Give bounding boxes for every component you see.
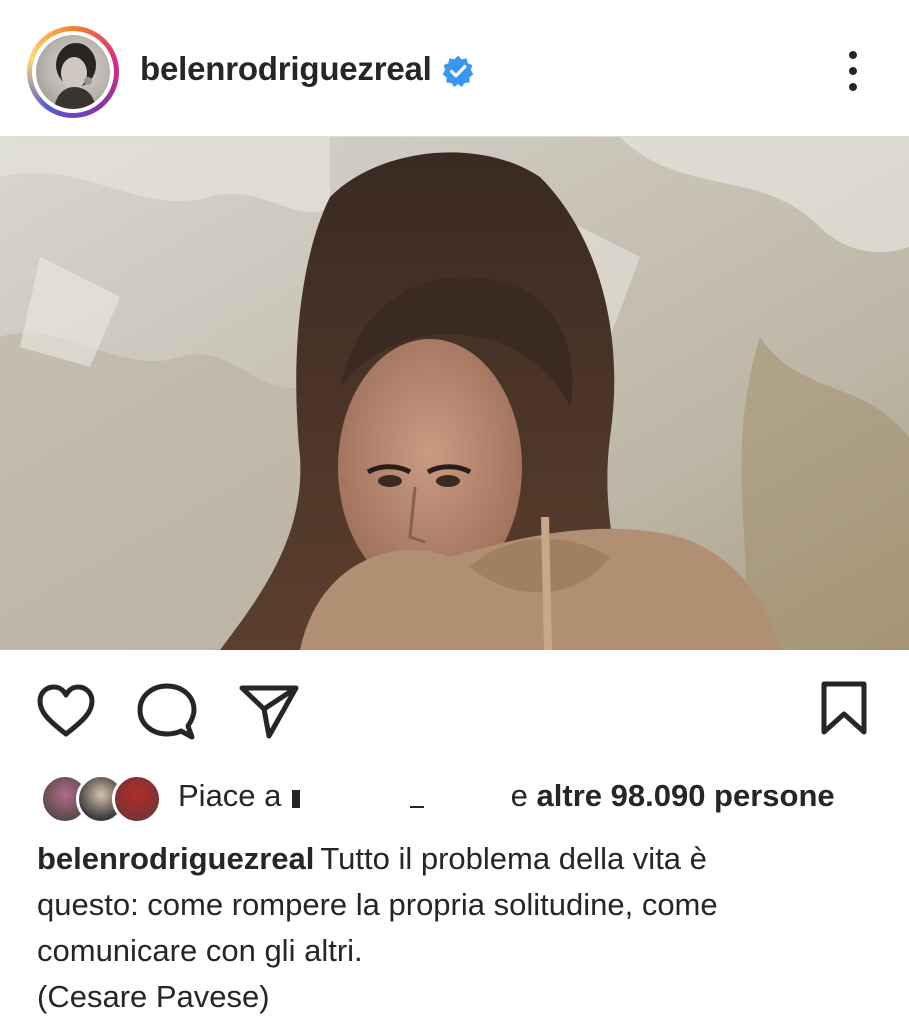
avatar[interactable]	[36, 35, 110, 109]
likes-row[interactable]: Piace a e altre 98.090 persone	[40, 772, 900, 824]
verified-badge-icon	[442, 55, 474, 87]
likes-connector: e	[510, 778, 528, 813]
likes-count[interactable]: altre 98.090 persone	[537, 778, 835, 813]
likes-prefix: Piace a	[178, 778, 282, 813]
post-image[interactable]	[0, 137, 909, 650]
caption-username-link[interactable]: belenrodriguezreal	[37, 841, 314, 876]
avatar	[112, 774, 162, 824]
likes-summary[interactable]: Piace a e altre 98.090 persone	[178, 778, 835, 814]
caption-line-1: Tutto il problema della vita è	[320, 841, 707, 876]
liker-avatars	[40, 772, 162, 824]
redacted-username	[290, 786, 502, 810]
caption-line-3: comunicare con gli altri.	[37, 933, 363, 968]
caption-line-2: questo: come rompere la propria solitudi…	[37, 887, 718, 922]
comment-icon[interactable]	[136, 682, 198, 742]
post-header: belenrodriguezreal	[0, 0, 909, 137]
action-bar	[0, 650, 909, 760]
send-icon[interactable]	[238, 682, 300, 740]
username-link[interactable]: belenrodriguezreal	[140, 50, 432, 88]
post-caption: belenrodriguezreal Tutto il problema dell…	[37, 836, 877, 1020]
caption-line-4: (Cesare Pavese)	[37, 979, 270, 1014]
story-ring[interactable]	[27, 26, 119, 118]
more-vertical-icon[interactable]	[836, 48, 870, 94]
heart-icon[interactable]	[36, 683, 96, 739]
bookmark-icon[interactable]	[818, 680, 870, 736]
